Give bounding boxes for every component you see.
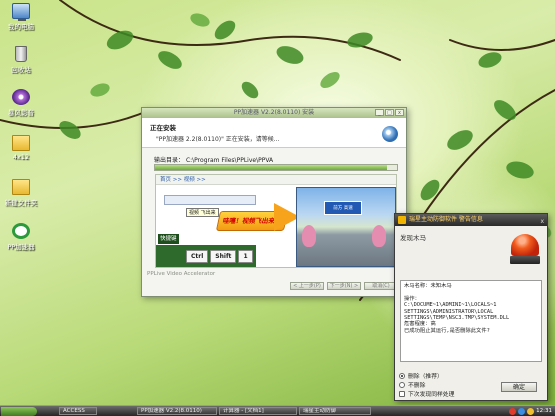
taskbar-item[interactable]: 瑞星主动防御 — [299, 407, 371, 415]
clock: 12:31 — [536, 408, 552, 414]
progress-fill — [155, 165, 388, 170]
option-label: 删除（推荐） — [408, 374, 443, 380]
key-ctrl: Ctrl — [186, 249, 209, 263]
desktop-icon-media-player[interactable]: 暴风影音 — [1, 89, 41, 117]
installer-buttons: < 上一步(P) 下一步(N) > 取消(C) — [290, 282, 398, 290]
installer-logo-icon — [382, 126, 398, 142]
cancel-button[interactable]: 取消(C) — [364, 282, 398, 290]
installer-heading: 正在安装 — [150, 124, 176, 132]
antivirus-alert-window: 瑞星主动防御软件 警告信息 x 发现木马 木马名称：未知木马 操作： C:\DO… — [394, 213, 548, 401]
maximize-button[interactable]: □ — [385, 109, 394, 116]
start-button[interactable] — [1, 406, 37, 416]
radio-button[interactable] — [399, 372, 405, 379]
ok-button[interactable]: 确定 — [501, 382, 537, 392]
computer-icon — [12, 3, 30, 21]
output-path: C:\Program Files\PPLive\PPVA — [185, 157, 274, 164]
folder-icon — [12, 179, 30, 195]
desktop-icon-label: 新建文件夹 — [4, 199, 38, 207]
desktop-icon-pp-accelerator[interactable]: PP加速器 — [1, 223, 41, 251]
promo-banner: 首页 >> 视频 >> 视频 飞出来 哇噻！视频飞出来了 前方 高速 快捷键 C… — [155, 174, 397, 268]
antivirus-tray-icon[interactable] — [509, 407, 517, 415]
installer-header: 正在安装 "PP加速器 2.2(8.0110)" 正在安装，请等候... — [142, 118, 406, 148]
installer-title: PP加速器 V2.2(8.0110) 安装 — [233, 109, 315, 116]
alert-titlebar[interactable]: 瑞星主动防御软件 警告信息 x — [395, 214, 547, 226]
installer-window: PP加速器 V2.2(8.0110) 安装 _ □ x 正在安装 "PP加速器 … — [141, 107, 407, 297]
output-label: 输出目录： — [154, 157, 185, 164]
next-button[interactable]: 下一步(N) > — [327, 282, 361, 290]
tree-icon — [302, 225, 316, 247]
key-1: 1 — [238, 249, 253, 263]
alert-options: 删除（推荐） 不删除 下次发现同样处理 — [399, 371, 454, 398]
checkbox[interactable] — [399, 390, 405, 397]
desktop-icon-label: PP加速器 — [7, 243, 35, 251]
folder-icon — [12, 135, 30, 151]
option-remember[interactable]: 下次发现同样处理 — [399, 389, 454, 398]
option-label: 下次发现同样处理 — [408, 392, 455, 398]
key-shift: Shift — [210, 249, 237, 263]
network-tray-icon[interactable] — [518, 407, 526, 415]
banner-toolbar — [164, 195, 256, 205]
alert-details: 木马名称：未知木马 操作： C:\DOCUME~1\ADMINI~1\LOCAL… — [400, 280, 542, 362]
desktop-icon-label: 我的电脑 — [8, 23, 34, 31]
desktop-icon-new-folder[interactable]: 新建文件夹 — [1, 179, 41, 207]
minimize-button[interactable]: _ — [375, 109, 384, 116]
media-player-icon — [12, 89, 30, 105]
installer-brand: PPLive Video Accelerator — [147, 271, 216, 277]
back-button[interactable]: < 上一步(P) — [290, 282, 324, 290]
desktop: 我的电脑 回收站 暴风影音 4x12 新建文件夹 PP加速器 PP加速器 V2.… — [0, 0, 555, 405]
installer-subheading: "PP加速器 2.2(8.0110)" 正在安装，请等候... — [156, 136, 280, 143]
desktop-icon-label: 回收站 — [11, 66, 31, 74]
alert-title: 瑞星主动防御软件 警告信息 — [409, 216, 483, 223]
option-label: 不删除 — [408, 383, 426, 389]
volume-tray-icon[interactable] — [527, 407, 535, 415]
banner-address-bar: 首页 >> 视频 >> — [156, 175, 396, 185]
option-keep[interactable]: 不删除 — [399, 380, 454, 389]
pp-accelerator-icon — [12, 223, 30, 239]
shortcut-tag: 快捷键 — [158, 234, 179, 244]
warning-icon — [398, 216, 406, 224]
radio-button[interactable] — [399, 381, 405, 388]
banner-road-sign: 前方 高速 — [324, 201, 362, 215]
desktop-icon-recycle-bin[interactable]: 回收站 — [1, 46, 41, 74]
desktop-icon-folder-4x12[interactable]: 4x12 — [1, 135, 41, 161]
option-delete[interactable]: 删除（推荐） — [399, 371, 454, 380]
recycle-bin-icon — [15, 46, 27, 62]
desktop-icon-my-computer[interactable]: 我的电脑 — [1, 3, 41, 31]
taskbar-item[interactable]: ACCESS — [59, 407, 97, 415]
siren-icon — [510, 234, 540, 266]
system-tray: 12:31 — [509, 407, 555, 415]
taskbar: ACCESS PP加速器 V2.2(8.0110) 计算器 - [文档1] 瑞星… — [0, 405, 555, 416]
alert-header: 发现木马 — [395, 226, 547, 274]
installer-titlebar[interactable]: PP加速器 V2.2(8.0110) 安装 _ □ x — [142, 108, 406, 118]
detail-line: 已成功阻止其运行,是否删除此文件? — [404, 327, 490, 334]
desktop-icon-label: 4x12 — [12, 153, 30, 161]
desktop-icon-label: 暴风影音 — [8, 109, 34, 117]
shortcut-keys: 快捷键 Ctrl Shift 1 — [156, 234, 256, 267]
taskbar-item[interactable]: 计算器 - [文档1] — [219, 407, 297, 415]
tree-icon — [372, 225, 386, 247]
close-button[interactable]: x — [395, 109, 404, 116]
taskbar-item[interactable]: PP加速器 V2.2(8.0110) — [137, 407, 217, 415]
install-progress-bar — [154, 164, 398, 171]
output-directory: 输出目录： C:\Program Files\PPLive\PPVA — [154, 155, 273, 164]
banner-tooltip: 视频 飞出来 — [186, 208, 219, 217]
